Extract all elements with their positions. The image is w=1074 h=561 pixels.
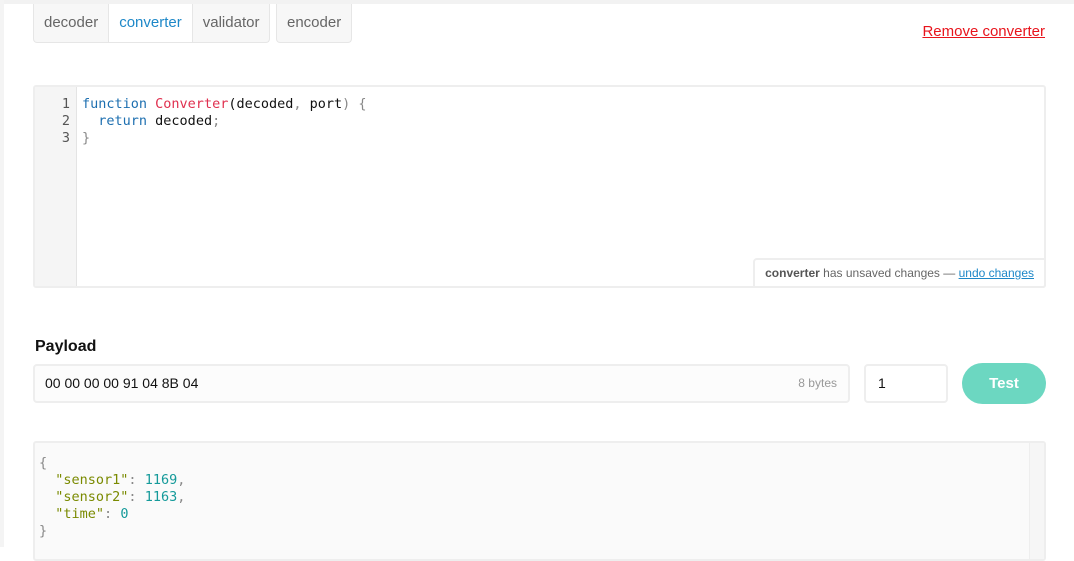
- left-border: [0, 0, 4, 547]
- tab-validator[interactable]: validator: [193, 4, 270, 42]
- json-value: 1169: [144, 472, 178, 488]
- code-token: ,: [293, 96, 302, 112]
- tab-converter[interactable]: converter: [108, 4, 193, 42]
- port-input[interactable]: 1: [864, 364, 948, 403]
- remove-converter-link[interactable]: Remove converter: [922, 23, 1045, 40]
- code-token: Converter: [155, 96, 229, 112]
- line-number: 1: [61, 96, 70, 112]
- code-token: (decoded: [228, 96, 294, 112]
- tab-encoder[interactable]: encoder: [277, 4, 351, 42]
- status-text: has unsaved changes —: [819, 266, 959, 280]
- code-line: function Converter(decoded, port) {: [82, 96, 367, 113]
- line-number: 2: [61, 113, 70, 129]
- code-token: function: [82, 96, 148, 112]
- test-button[interactable]: Test: [962, 363, 1046, 404]
- json-comma: ,: [177, 489, 186, 505]
- tab-decoder[interactable]: decoder: [34, 4, 108, 42]
- code-token: ;: [212, 113, 221, 129]
- unsaved-changes-notice: converter has unsaved changes — undo cha…: [753, 258, 1046, 288]
- payload-label: Payload: [35, 338, 97, 355]
- function-tabs: decoder converter validator: [33, 4, 271, 43]
- json-value: 0: [120, 506, 129, 522]
- undo-changes-link[interactable]: undo changes: [959, 266, 1034, 280]
- json-open-brace: {: [39, 455, 48, 471]
- json-entry: "sensor1": 1169,: [55, 472, 186, 488]
- output-json: { "sensor1": 1169, "sensor2": 1163, "tim…: [39, 455, 185, 540]
- code-token: }: [82, 130, 91, 146]
- json-comma: ,: [177, 472, 186, 488]
- payload-value: 00 00 00 00 91 04 8B 04: [45, 375, 199, 391]
- scrollbar[interactable]: [1029, 443, 1044, 559]
- encoder-tabs: encoder: [276, 4, 353, 43]
- json-key: "time": [55, 506, 105, 522]
- json-entry: "time": 0: [55, 506, 129, 522]
- json-close-brace: }: [39, 523, 48, 539]
- code-line: }: [82, 130, 367, 147]
- line-numbers: 123: [35, 87, 77, 286]
- line-number: 3: [61, 130, 70, 146]
- code-line: return decoded;: [82, 113, 367, 130]
- code-token: port: [301, 96, 343, 112]
- byte-count: 8 bytes: [798, 376, 837, 390]
- code-token: return: [98, 113, 148, 129]
- json-key: "sensor2": [55, 489, 129, 505]
- payload-input[interactable]: 00 00 00 00 91 04 8B 04 8 bytes: [33, 364, 850, 403]
- json-entry: "sensor2": 1163,: [55, 489, 186, 505]
- json-value: 1163: [144, 489, 178, 505]
- code-token: {: [350, 96, 367, 112]
- code-editor[interactable]: 123 function Converter(decoded, port) { …: [33, 85, 1046, 288]
- code-token: decoded: [147, 113, 213, 129]
- code-content[interactable]: function Converter(decoded, port) { retu…: [82, 96, 367, 147]
- output-panel: { "sensor1": 1169, "sensor2": 1163, "tim…: [33, 441, 1046, 561]
- status-function-name: converter: [765, 266, 820, 280]
- json-key: "sensor1": [55, 472, 129, 488]
